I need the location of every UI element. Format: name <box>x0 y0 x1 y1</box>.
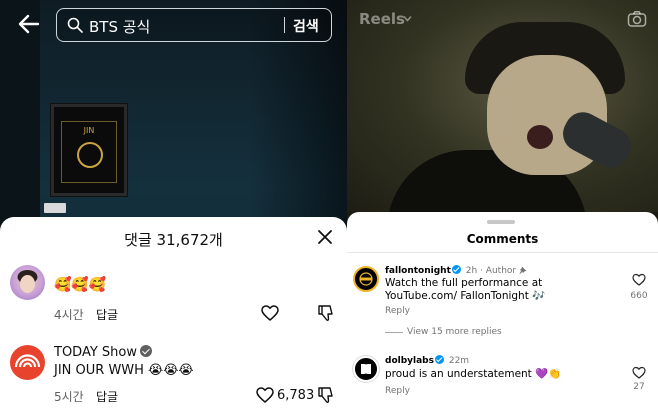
comments-count-title: 댓글 31,672개 <box>124 231 223 249</box>
jin-door-plaque: JIN <box>51 104 127 196</box>
camera-icon[interactable] <box>627 10 647 28</box>
sheet-drag-handle[interactable] <box>487 220 515 224</box>
heart-icon[interactable] <box>632 366 646 379</box>
reel-video[interactable] <box>347 0 658 230</box>
search-input[interactable]: BTS 공식 검색 <box>56 8 332 42</box>
today-show-logo-icon <box>14 354 41 368</box>
author-tag: · Author <box>480 266 517 276</box>
dolby-logo-icon <box>361 364 371 374</box>
search-query: BTS 공식 <box>89 18 151 36</box>
back-arrow-button[interactable] <box>16 10 42 38</box>
reply-button[interactable]: 답글 <box>96 306 118 323</box>
author-name: TODAY Show <box>54 345 137 360</box>
avatar[interactable] <box>353 266 379 292</box>
comment-header: fallontonight 2h · Author <box>385 265 527 276</box>
avatar-portrait <box>17 270 38 293</box>
reply-button[interactable]: Reply <box>385 306 410 316</box>
comment-author: TODAY Show <box>54 345 152 360</box>
thumbs-up-icon[interactable] <box>260 303 280 323</box>
comment-time: 22m <box>448 356 470 366</box>
username[interactable]: fallontonight <box>385 266 451 276</box>
divider <box>347 252 658 253</box>
view-more-replies-button[interactable]: View 15 more replies <box>407 327 502 337</box>
verified-icon <box>434 355 444 364</box>
search-divider <box>284 17 285 33</box>
like-count: 660 <box>630 291 648 301</box>
door-sign <box>44 203 66 213</box>
like-count: 6,783 <box>277 388 315 403</box>
verified-icon <box>140 345 152 357</box>
comment-text: proud is an understatement 💜👏 <box>385 368 562 380</box>
youtube-panel: JIN BTS 공식 검색 댓글 31,672개 🥰🥰🥰 4시간 답글 TODA… <box>0 0 347 411</box>
like-count: 27 <box>633 382 645 392</box>
tonight-show-moon-logo <box>77 142 103 168</box>
avatar[interactable] <box>10 265 45 300</box>
back-arrow-icon <box>18 14 40 34</box>
comment-text: JIN OUR WWH 😭😭😭 <box>54 363 194 378</box>
comment-header: dolbylabs 22m <box>385 355 469 366</box>
verified-icon <box>451 265 461 274</box>
reply-button[interactable]: 답글 <box>96 388 118 405</box>
avatar[interactable] <box>353 356 379 382</box>
username[interactable]: dolbylabs <box>385 356 434 366</box>
singer-mouth <box>527 125 553 149</box>
pin-icon <box>519 266 527 274</box>
thumbs-down-icon[interactable] <box>316 385 336 405</box>
comment-time: 4시간 <box>54 308 84 322</box>
comment-time: 5시간 <box>54 390 84 404</box>
thumbs-up-icon[interactable] <box>255 385 275 405</box>
thumbs-down-icon[interactable] <box>316 303 336 323</box>
replies-divider-line <box>385 332 403 333</box>
search-top-bar: BTS 공식 검색 <box>0 0 347 48</box>
chevron-down-icon[interactable] <box>403 14 412 23</box>
comment-text: Watch the full performance at YouTube.co… <box>385 277 546 302</box>
instagram-reels-panel: Reels Comments fallontonight 2h · Author… <box>347 0 658 411</box>
comment-time: 2h <box>465 266 478 276</box>
search-button[interactable]: 검색 <box>293 16 319 36</box>
tonight-show-logo-icon <box>359 272 373 286</box>
search-icon <box>67 17 83 33</box>
plaque-border: JIN <box>61 121 117 183</box>
close-icon[interactable] <box>317 229 333 245</box>
heart-icon[interactable] <box>632 273 646 286</box>
comments-sheet: Comments fallontonight 2h · Author Watch… <box>347 212 658 411</box>
comments-title: Comments <box>466 232 539 246</box>
reply-button[interactable]: Reply <box>385 386 410 396</box>
reels-tab-label[interactable]: Reels <box>359 10 405 28</box>
comments-sheet: 댓글 31,672개 🥰🥰🥰 4시간 답글 TODAY Show JIN OUR… <box>0 217 347 411</box>
comment-text: 🥰🥰🥰 <box>54 277 107 293</box>
plaque-name: JIN <box>83 126 95 135</box>
today-show-avatar[interactable] <box>10 345 45 380</box>
